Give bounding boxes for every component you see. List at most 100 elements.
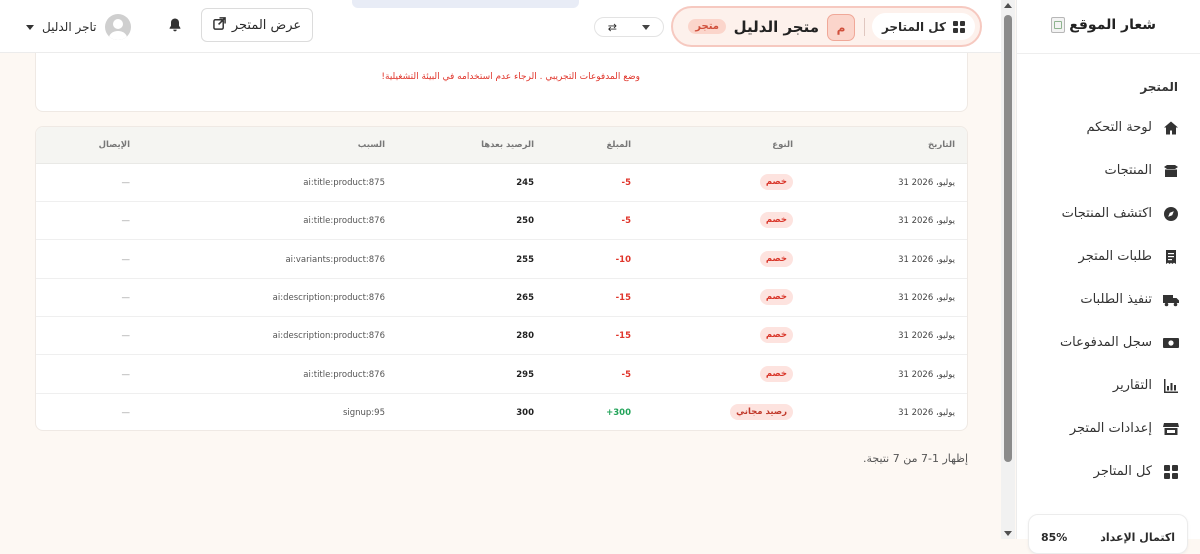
status-badge: خصم — [759, 250, 793, 267]
cell-date: 31 يوليو، 2026 — [898, 407, 955, 418]
cell-reason: ai:title:product:876 — [303, 216, 385, 227]
sidebar-item-home[interactable]: لوحة التحكم — [1016, 106, 1200, 149]
sidebar-divider — [1017, 53, 1200, 54]
cell-amount: -15 — [615, 292, 631, 303]
cell-reason: ai:title:product:875 — [303, 178, 385, 188]
grid-icon — [1162, 463, 1180, 481]
cell-reason: signup:95 — [342, 407, 385, 418]
status-badge: خصم — [759, 174, 793, 190]
sidebar-item-label: لوحة التحكم — [1086, 120, 1152, 135]
user-name: تاجر الدليل — [42, 20, 97, 34]
cell-date: 31 يوليو، 2026 — [898, 331, 955, 342]
cell-type: خصم — [759, 174, 793, 190]
sidebar-item-label: كل المتاجر — [1093, 464, 1152, 479]
sidebar-item-label: المنتجات — [1104, 163, 1152, 178]
cell-date: 31 يوليو، 2026 — [898, 292, 955, 303]
cell-amount: -5 — [621, 369, 631, 380]
home-icon — [1162, 119, 1180, 137]
table-row: 31 يوليو، 2026 خصم -5 245 ai:title:product:8… — [36, 163, 967, 202]
setup-percent: 85% — [1041, 531, 1068, 544]
cell-receipt: — — [121, 216, 131, 227]
sidebar: شعار الموقع المتجر لوحة التحكم المنتجات اك… — [1016, 0, 1200, 554]
status-badge: خصم — [759, 365, 793, 382]
table-row: 31 يوليو، 2026 خصم -5 250 ai:title:product:8… — [36, 201, 967, 241]
chart-icon — [1162, 377, 1180, 395]
cell-amount: -5 — [621, 216, 631, 227]
sidebar-item-receipt[interactable]: طلبات المتجر — [1016, 235, 1200, 278]
table-row: 31 يوليو، 2026 خصم -15 265 ai:description:pr… — [36, 278, 967, 317]
bell-icon[interactable] — [167, 17, 183, 33]
box-icon — [1162, 162, 1180, 180]
main-scrollbar[interactable] — [1001, 0, 1015, 539]
store-switcher-dropdown[interactable]: ⇄ — [594, 17, 664, 37]
cell-receipt: — — [121, 407, 131, 418]
scroll-down-icon[interactable] — [1004, 531, 1012, 536]
sidebar-item-money[interactable]: سجل المدفوعات — [1016, 321, 1200, 364]
sidebar-item-compass[interactable]: اكتشف المنتجات — [1016, 192, 1200, 235]
logo-text: شعار الموقع — [1069, 17, 1156, 33]
cell-receipt: — — [121, 254, 131, 265]
all-stores-button[interactable]: كل المتاجر — [871, 13, 975, 40]
caret-down-icon — [26, 24, 34, 30]
user-menu[interactable]: تاجر الدليل — [26, 14, 131, 40]
cell-amount: +300 — [606, 407, 631, 418]
store-name[interactable]: متجر الدليل — [734, 18, 819, 36]
cell-balance: 295 — [516, 369, 534, 380]
store-initial-avatar: م — [827, 14, 855, 41]
scrollbar-thumb[interactable] — [1004, 15, 1012, 462]
status-badge: رصيد مجاني — [730, 403, 793, 420]
status-badge: خصم — [759, 288, 793, 305]
cell-balance: 245 — [516, 178, 534, 188]
header-date: التاريخ — [928, 140, 955, 150]
setup-label: اكتمال الإعداد — [1100, 531, 1175, 544]
sidebar-item-label: طلبات المتجر — [1078, 249, 1152, 264]
cell-receipt: — — [121, 178, 131, 188]
cell-reason: ai:title:product:876 — [303, 369, 385, 380]
sidebar-section-title: المتجر — [1140, 80, 1178, 94]
money-icon — [1162, 334, 1180, 352]
payments-table: التاريخ النوع المبلغ الرصيد بعدها السبب … — [35, 126, 968, 431]
table-row: 31 يوليو، 2026 خصم -5 295 ai:title:product:8… — [36, 355, 967, 394]
cell-balance: 265 — [516, 292, 534, 303]
sidebar-item-label: التقارير — [1112, 378, 1152, 393]
external-link-icon — [213, 16, 226, 34]
sidebar-item-grid[interactable]: كل المتاجر — [1016, 450, 1200, 493]
all-stores-label: كل المتاجر — [881, 19, 946, 34]
pill-divider — [864, 18, 865, 36]
sidebar-item-store[interactable]: إعدادات المتجر — [1016, 407, 1200, 450]
status-badge: خصم — [759, 212, 793, 229]
sidebar-item-chart[interactable]: التقارير — [1016, 364, 1200, 407]
cell-date: 31 يوليو، 2026 — [898, 178, 955, 188]
cell-receipt: — — [121, 331, 131, 342]
cell-balance: 280 — [516, 331, 534, 342]
avatar — [104, 14, 131, 40]
compass-icon — [1162, 205, 1180, 223]
status-badge: خصم — [759, 327, 793, 344]
sidebar-item-box[interactable]: المنتجات — [1016, 149, 1200, 192]
setup-progress-card[interactable]: اكتمال الإعداد 85% — [1028, 514, 1188, 554]
broken-image-icon — [1051, 17, 1066, 33]
table-row: 31 يوليو، 2026 رصيد مجاني +300 300 signup:95… — [36, 393, 967, 430]
sidebar-item-label: سجل المدفوعات — [1059, 335, 1152, 350]
cell-date: 31 يوليو، 2026 — [898, 216, 955, 227]
sidebar-item-label: اكتشف المنتجات — [1061, 206, 1152, 221]
header-type: النوع — [772, 140, 793, 150]
scroll-up-icon[interactable] — [1004, 3, 1012, 8]
cell-receipt: — — [121, 292, 131, 303]
cell-balance: 250 — [516, 216, 534, 227]
table-row: 31 يوليو، 2026 خصم -15 280 ai:description:pr… — [36, 316, 967, 356]
sidebar-item-label: تنفيذ الطلبات — [1080, 292, 1152, 307]
store-type-badge: متجر — [688, 19, 726, 34]
cell-reason: ai:variants:product:876 — [285, 254, 385, 265]
cell-type: خصم — [759, 327, 793, 344]
cell-balance: 300 — [516, 407, 534, 418]
top-header: تاجر الدليل عرض المتجر ⇄ كل المتاجر م مت… — [0, 0, 1001, 53]
sidebar-item-truck[interactable]: تنفيذ الطلبات — [1016, 278, 1200, 321]
header-reason: السبب — [357, 140, 385, 150]
header-amount: المبلغ — [606, 140, 631, 150]
cell-reason: ai:description:product:876 — [272, 331, 385, 342]
site-logo[interactable]: شعار الموقع — [1051, 17, 1156, 33]
view-store-button[interactable]: عرض المتجر — [201, 8, 313, 42]
cell-reason: ai:description:product:876 — [272, 292, 385, 303]
cell-type: خصم — [759, 250, 793, 267]
